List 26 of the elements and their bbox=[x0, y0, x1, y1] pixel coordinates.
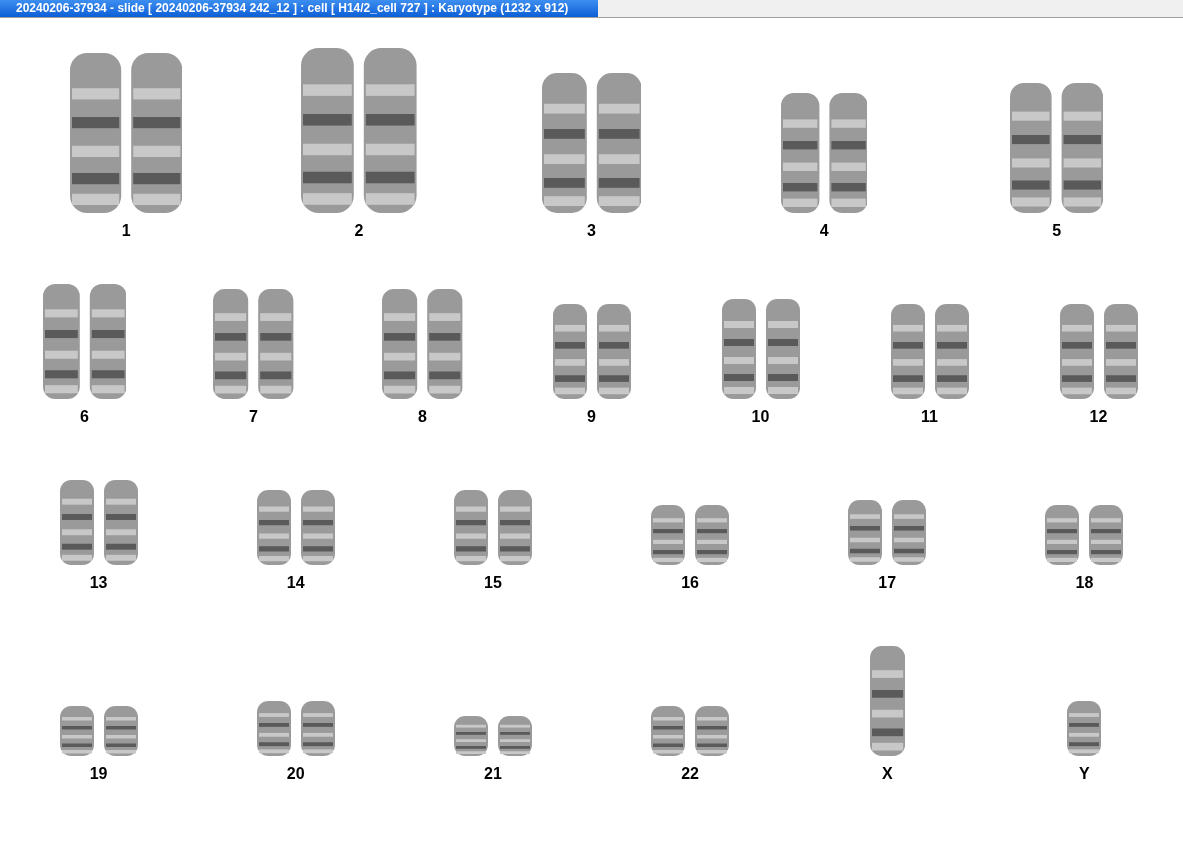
chromosome-label: 22 bbox=[681, 766, 699, 782]
chromosome-drawing bbox=[1067, 701, 1102, 756]
chromosome-label: 1 bbox=[121, 223, 131, 239]
window-title[interactable]: 20240206-37934 - slide [ 20240206-37934 242_12 ] : cell [ H14/2_cell 727 ] : Karyotype (1232 x 912) bbox=[0, 0, 598, 17]
chromosome-label: 19 bbox=[89, 766, 108, 782]
chromosome-label: 12 bbox=[1089, 409, 1108, 425]
chromosome-label: 7 bbox=[249, 409, 258, 425]
chromosome-label: 9 bbox=[587, 409, 596, 425]
chromosome-label: 6 bbox=[80, 409, 89, 425]
chromosome-label: 13 bbox=[89, 575, 108, 591]
chromosome-label: 5 bbox=[1052, 223, 1062, 239]
chromosome-label: 15 bbox=[484, 575, 502, 591]
chromosome-label: 4 bbox=[819, 223, 829, 239]
chromosome-label: 8 bbox=[418, 409, 427, 425]
chromosome-label: 11 bbox=[921, 409, 938, 425]
chromosome-label: Y bbox=[1079, 766, 1090, 782]
chromosome-label: 14 bbox=[286, 575, 305, 591]
chromosome-label: 17 bbox=[878, 575, 897, 591]
chromosome-label: 3 bbox=[587, 223, 596, 239]
chromosome-label: X bbox=[881, 766, 893, 782]
chromosome-label: 16 bbox=[681, 575, 699, 591]
chromosome-label: 2 bbox=[354, 223, 364, 239]
chromosome-label: 20 bbox=[286, 766, 305, 782]
chromosome-label: 18 bbox=[1075, 575, 1094, 591]
chromosome-label: 10 bbox=[751, 409, 770, 425]
chromosome-label: 21 bbox=[484, 766, 502, 782]
